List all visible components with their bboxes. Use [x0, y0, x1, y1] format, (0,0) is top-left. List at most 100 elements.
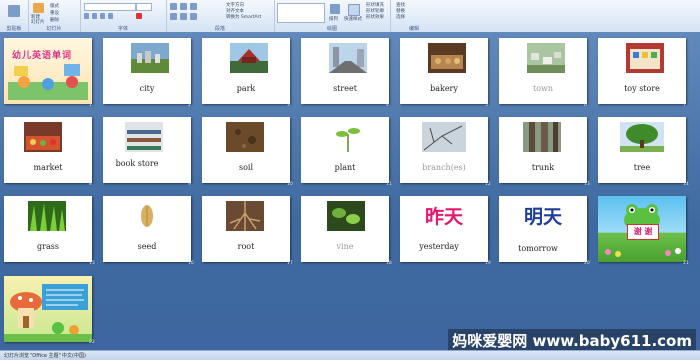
align-center-icon[interactable] — [180, 13, 187, 20]
new-slide-icon[interactable] — [33, 3, 44, 13]
quick-styles-icon[interactable] — [348, 4, 360, 16]
shape-effects-button[interactable]: 形状效果 — [366, 14, 384, 20]
seed-photo — [141, 205, 153, 227]
slide-number: 15 — [89, 261, 95, 266]
street-photo — [329, 43, 367, 73]
ribbon: 剪贴板 新建 幻灯片 版式 重设 删除 幻灯片 字体 文字方向 对齐文本 转换为… — [0, 0, 700, 33]
paste-icon[interactable] — [8, 5, 20, 17]
slide-thumbnail-4[interactable]: street — [301, 38, 389, 104]
slide-thumbnail-20[interactable]: 明天 tomorrow — [499, 196, 587, 262]
drawing-group: 排列 快速样式 形状填充 形状轮廓 形状效果 绘图 — [274, 0, 391, 32]
arrange-button[interactable]: 排列 — [329, 16, 338, 22]
slide-thumbnail-9[interactable]: book store — [103, 117, 191, 183]
slide-number: 13 — [584, 182, 590, 187]
slide-thumbnail-1[interactable]: 幼儿英语单词 — [4, 38, 92, 104]
slide-thumbnail-17[interactable]: root — [202, 196, 290, 262]
slide-number: 7 — [683, 103, 686, 108]
vocab-word: trunk — [531, 163, 555, 172]
slide-thumbnail-21[interactable]: 谢 谢 — [598, 196, 686, 262]
slide-thumbnail-2[interactable]: city — [103, 38, 191, 104]
bold-icon[interactable] — [84, 13, 89, 19]
book-store-photo — [125, 122, 163, 152]
slide-number: 10 — [287, 182, 293, 187]
tree-photo — [620, 122, 664, 152]
slide-number: 17 — [287, 261, 293, 266]
slide-number: 2 — [188, 103, 191, 108]
toy-store-photo — [626, 43, 664, 73]
slide-thumbnail-5[interactable]: bakery — [400, 38, 488, 104]
town-photo — [527, 43, 565, 73]
arrange-icon[interactable] — [330, 4, 340, 14]
shapes-gallery[interactable] — [277, 3, 325, 23]
smartart-button[interactable]: 转换为 SmartArt — [226, 14, 261, 20]
slide-number: 4 — [386, 103, 389, 108]
theme-status: "Office 主题" — [30, 353, 61, 359]
slide-thumbnail-18[interactable]: vine — [301, 196, 389, 262]
numbering-icon[interactable] — [180, 3, 187, 10]
slide-thumbnail-15[interactable]: grass — [4, 196, 92, 262]
vocab-word: soil — [238, 163, 254, 172]
slide-thumbnail-16[interactable]: seed — [103, 196, 191, 262]
quick-styles-button[interactable]: 快速样式 — [344, 16, 362, 22]
new-slide-label-2[interactable]: 幻灯片 — [31, 19, 45, 25]
align-right-icon[interactable] — [190, 13, 197, 20]
slide-thumbnail-3[interactable]: park — [202, 38, 290, 104]
slide-thumbnail-7[interactable]: toy store — [598, 38, 686, 104]
language-status[interactable]: 中文(中国) — [62, 352, 86, 359]
vocab-word: tomorrow — [518, 244, 558, 253]
grass-photo — [28, 201, 66, 231]
vocab-word: grass — [37, 242, 59, 251]
font-name-box[interactable] — [84, 3, 136, 11]
select-button[interactable]: 选择 — [396, 14, 405, 20]
market-photo — [24, 122, 62, 152]
slide-number: 18 — [386, 261, 392, 266]
root-photo — [226, 201, 264, 231]
vocab-word: town — [532, 84, 554, 93]
vocab-word: book store — [115, 159, 159, 168]
vine-photo — [327, 201, 365, 231]
vocab-word: tree — [633, 163, 651, 172]
chinese-word: 明天 — [523, 206, 562, 228]
align-left-icon[interactable] — [170, 13, 177, 20]
slide-sorter: 幼儿英语单词 1 city 2 park 3 street 4 bakery 5… — [0, 32, 700, 350]
slide-thumbnail-22[interactable] — [4, 276, 92, 342]
vocab-word: street — [333, 84, 357, 93]
strikethrough-icon[interactable] — [108, 13, 113, 19]
reset-button[interactable]: 重设 — [50, 10, 59, 16]
indent-icon[interactable] — [190, 3, 197, 10]
slide-number: 16 — [188, 261, 194, 266]
slide-thumbnail-6[interactable]: town — [499, 38, 587, 104]
font-group: 字体 — [80, 0, 167, 32]
slide-thumbnail-8[interactable]: market — [4, 117, 92, 183]
watermark: 妈咪爱婴网 www.baby611.com — [448, 329, 696, 352]
slide-number: 21 — [683, 261, 689, 266]
font-color-icon[interactable] — [136, 13, 142, 19]
paragraph-group: 文字方向 对齐文本 转换为 SmartArt 段落 — [166, 0, 275, 32]
clipboard-group: 剪贴板 — [0, 0, 29, 32]
slide-number: 3 — [287, 103, 290, 108]
park-photo — [230, 43, 268, 73]
italic-icon[interactable] — [92, 13, 97, 19]
vocab-word: bakery — [430, 84, 458, 93]
slide-number: 9 — [188, 182, 191, 187]
underline-icon[interactable] — [100, 13, 105, 19]
slide-thumbnail-19[interactable]: 昨天 yesterday — [400, 196, 488, 262]
delete-button[interactable]: 删除 — [50, 17, 59, 23]
vocab-word: root — [237, 242, 255, 251]
trunk-photo — [523, 122, 561, 152]
vocab-word: toy store — [624, 84, 660, 93]
bullets-icon[interactable] — [170, 3, 177, 10]
slide-number: 5 — [485, 103, 488, 108]
vocab-word: branch(es) — [422, 163, 466, 172]
slide-thumbnail-13[interactable]: trunk — [499, 117, 587, 183]
slide-thumbnail-10[interactable]: soil — [202, 117, 290, 183]
slide-thumbnail-11[interactable]: plant — [301, 117, 389, 183]
mushroom-house-illustration — [4, 284, 92, 342]
slide-thumbnail-14[interactable]: tree — [598, 117, 686, 183]
font-size-box[interactable] — [136, 3, 152, 11]
vocab-word: market — [33, 163, 63, 172]
slide-thumbnail-12[interactable]: branch(es) — [400, 117, 488, 183]
layout-button[interactable]: 版式 — [50, 3, 59, 9]
soil-photo — [226, 122, 264, 152]
slide-number: 14 — [683, 182, 689, 187]
